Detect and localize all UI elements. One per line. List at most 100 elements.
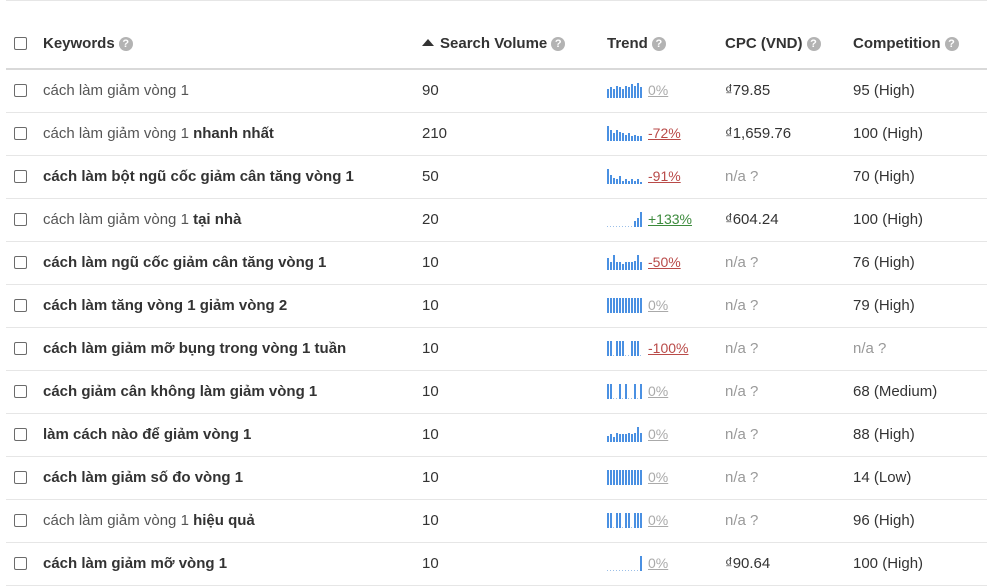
trend-percent-link[interactable]: 0% [648,297,668,313]
cpc-value: n/a ? [725,168,759,185]
search-volume: 10 [422,383,439,400]
sparkline-bar [619,298,621,313]
row-checkbox[interactable] [14,426,27,445]
sparkline-bar [628,181,630,184]
trend-percent-link[interactable]: -72% [648,125,681,141]
cpc-value: ₫79.85 [725,82,771,99]
competition-value: 70 (High) [853,168,915,185]
keyword-cell[interactable]: cách làm bột ngũ cốc giảm cân tăng vòng … [43,168,354,185]
keyword-text: cách làm giảm mỡ bụng trong vòng 1 tuần [43,340,347,357]
trend-sparkline [607,83,643,98]
keyword-cell[interactable]: cách làm giảm vòng 1 hiệu quả [43,512,255,529]
header-search-volume[interactable]: Search Volume? [422,35,566,52]
sparkline-bar [622,298,624,313]
row-checkbox[interactable] [14,82,27,101]
sparkline-bar [610,341,612,356]
keyword-cell[interactable]: cách làm giảm mỡ vòng 1 [43,555,227,572]
row-checkbox[interactable] [14,555,27,574]
keyword-cell[interactable]: cách làm giảm vòng 1 tại nhà [43,211,241,228]
keyword-table: Keywords? Search Volume? Trend? CPC (VND… [6,0,987,586]
sparkline-bar [637,470,639,485]
sparkline-bar [637,179,639,184]
trend-sparkline [607,513,643,528]
header-competition[interactable]: Competition? [853,35,959,52]
help-icon[interactable]: ? [651,37,666,51]
search-volume: 10 [422,297,439,314]
trend-percent-link[interactable]: 0% [648,426,668,442]
help-icon[interactable]: ? [551,37,566,51]
sparkline-bar [631,434,633,442]
sort-ascending-icon [422,39,434,46]
trend-cell: 0% [607,426,668,446]
keyword-cell[interactable]: cách làm giảm vòng 1 nhanh nhất [43,125,274,142]
header-cpc[interactable]: CPC (VND)? [725,35,821,52]
cpc-value: n/a ? [725,340,759,357]
sparkline-bar [613,437,615,442]
row-checkbox[interactable] [14,340,27,359]
sparkline-bar [631,84,633,98]
sparkline-bar [634,433,636,442]
help-icon[interactable]: ? [944,37,959,51]
row-checkbox[interactable] [14,469,27,488]
sparkline-bar [640,136,642,141]
row-checkbox[interactable] [14,512,27,531]
sparkline-bar [619,87,621,98]
help-icon[interactable]: ? [118,37,133,51]
sparkline-bar [634,384,636,399]
keyword-cell[interactable]: cách giảm cân không làm giảm vòng 1 [43,383,317,400]
keyword-cell[interactable]: cách làm ngũ cốc giảm cân tăng vòng 1 [43,254,326,271]
row-checkbox[interactable] [14,168,27,187]
trend-percent-link[interactable]: 0% [648,469,668,485]
trend-sparkline [607,126,643,141]
sparkline-bar [607,258,609,270]
sparkline-bar [613,178,615,184]
keyword-text: cách làm giảm vòng 1 [43,125,189,142]
help-icon[interactable]: ? [806,37,821,51]
row-checkbox[interactable] [14,125,27,144]
sparkline-bar [610,262,612,270]
sparkline-bar [640,556,642,571]
trend-percent-link[interactable]: +133% [648,211,692,227]
trend-percent-link[interactable]: 0% [648,512,668,528]
sparkline-bar [610,175,612,184]
sparkline-bar [640,262,642,270]
sparkline-bar [625,298,627,313]
sparkline-bar [634,341,636,356]
row-checkbox[interactable] [14,211,27,230]
sparkline-bar [619,384,621,399]
sparkline-bar [616,341,618,356]
keyword-cell[interactable]: làm cách nào để giảm vòng 1 [43,426,251,443]
header-keywords[interactable]: Keywords? [43,35,133,52]
trend-percent-link[interactable]: 0% [648,82,668,98]
trend-sparkline [607,427,643,442]
trend-percent-link[interactable]: -91% [648,168,681,184]
keyword-cell[interactable]: cách làm tăng vòng 1 giảm vòng 2 [43,297,287,314]
trend-percent-link[interactable]: -50% [648,254,681,270]
table-row: cách làm giảm vòng 1 90 0% ₫79.85 95 (Hi… [6,70,987,113]
trend-percent-link[interactable]: -100% [648,340,688,356]
keyword-text: cách làm bột ngũ cốc giảm cân tăng vòng … [43,168,354,185]
trend-percent-link[interactable]: 0% [648,383,668,399]
keyword-cell[interactable]: cách làm giảm số đo vòng 1 [43,469,243,486]
table-row: cách làm ngũ cốc giảm cân tăng vòng 1 10… [6,242,987,285]
header-trend[interactable]: Trend? [607,35,666,52]
row-checkbox[interactable] [14,254,27,273]
trend-percent-link[interactable]: 0% [648,555,668,571]
sparkline-bar [616,86,618,98]
sparkline-bar [628,513,630,528]
keyword-cell[interactable]: cách làm giảm mỡ bụng trong vòng 1 tuần [43,340,346,357]
sparkline-bar [619,262,621,270]
sparkline-bar [637,83,639,98]
search-volume: 210 [422,125,448,142]
sparkline-bar [610,384,612,399]
sparkline-bar [607,436,609,442]
row-checkbox[interactable] [14,383,27,402]
search-volume: 90 [422,82,439,99]
keyword-cell[interactable]: cách làm giảm vòng 1 [43,82,189,99]
sparkline-bar [607,89,609,98]
trend-sparkline [607,556,643,571]
select-all-checkbox[interactable] [14,35,27,54]
row-checkbox[interactable] [14,297,27,316]
cpc-value: ₫90.64 [725,555,771,572]
sparkline-bar [610,434,612,442]
